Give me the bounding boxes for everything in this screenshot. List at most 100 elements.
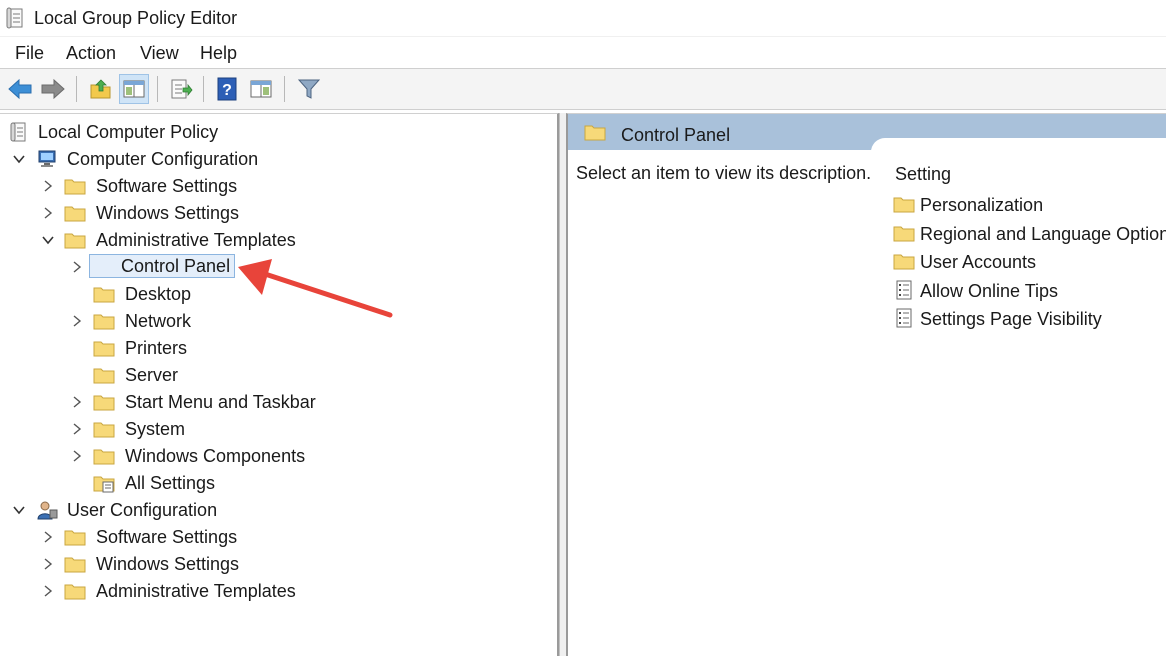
folder-icon bbox=[64, 206, 86, 222]
toolbar: ? bbox=[0, 69, 1166, 110]
chevron-right-icon[interactable] bbox=[41, 530, 55, 544]
setting-item-label: Regional and Language Options bbox=[920, 224, 1166, 244]
chevron-right-icon[interactable] bbox=[70, 449, 84, 463]
menu-bar: File Action View Help bbox=[0, 37, 1166, 69]
show-hide-console-tree-button[interactable] bbox=[119, 74, 149, 104]
chevron-down-icon[interactable] bbox=[12, 152, 26, 166]
tree-node-server[interactable]: Server bbox=[0, 363, 540, 387]
tree-node-uc-administrative-templates[interactable]: Administrative Templates bbox=[0, 579, 540, 603]
tree-node-label: Windows Settings bbox=[96, 554, 240, 574]
tree-node-local-computer-policy[interactable]: Local Computer Policy bbox=[0, 120, 540, 144]
tree-node-label: Server bbox=[125, 365, 179, 385]
tree-node-uc-windows-settings[interactable]: Windows Settings bbox=[0, 552, 540, 576]
tree-node-desktop[interactable]: Desktop bbox=[0, 282, 540, 306]
tree-node-cc-software-settings[interactable]: Software Settings bbox=[0, 174, 540, 198]
toolbar-separator bbox=[203, 76, 204, 102]
computer-icon bbox=[38, 150, 56, 167]
extended-tab-shape bbox=[871, 138, 1166, 152]
menu-file[interactable]: File bbox=[15, 43, 44, 64]
window-title: Local Group Policy Editor bbox=[34, 8, 238, 28]
setting-item-label: Settings Page Visibility bbox=[920, 309, 1102, 329]
tree-node-label: Desktop bbox=[125, 284, 192, 304]
folder-icon bbox=[893, 254, 915, 270]
chevron-right-icon[interactable] bbox=[70, 314, 84, 328]
console-tree-icon bbox=[123, 80, 145, 98]
tree-node-all-settings[interactable]: All Settings bbox=[0, 471, 540, 495]
tree-node-control-panel[interactable]: Control Panel bbox=[0, 254, 540, 279]
menu-action[interactable]: Action bbox=[66, 43, 116, 64]
export-list-icon bbox=[171, 79, 193, 99]
console-tree-pane: Local Computer Policy Computer Configura… bbox=[0, 113, 559, 656]
tree-node-label: System bbox=[125, 419, 186, 439]
tree-node-label: All Settings bbox=[125, 473, 216, 493]
folder-icon bbox=[64, 530, 86, 546]
back-button[interactable] bbox=[5, 74, 35, 104]
tree-node-label: Windows Components bbox=[125, 446, 306, 466]
tree-node-label: Computer Configuration bbox=[67, 149, 259, 169]
help-button[interactable]: ? bbox=[212, 74, 242, 104]
all-settings-folder-icon bbox=[93, 476, 115, 493]
folder-icon bbox=[64, 233, 86, 249]
folder-icon bbox=[93, 395, 115, 411]
group-policy-editor-window: Local Group Policy Editor File Action Vi… bbox=[0, 0, 1166, 656]
policy-setting-icon bbox=[896, 280, 912, 300]
show-hide-action-pane-button[interactable] bbox=[246, 74, 276, 104]
tree-node-system[interactable]: System bbox=[0, 417, 540, 441]
tree-node-windows-components[interactable]: Windows Components bbox=[0, 444, 540, 468]
folder-icon bbox=[93, 368, 115, 384]
tree-node-cc-windows-settings[interactable]: Windows Settings bbox=[0, 201, 540, 225]
tree-node-uc-software-settings[interactable]: Software Settings bbox=[0, 525, 540, 549]
action-pane-icon bbox=[250, 80, 272, 98]
tree-node-label: Software Settings bbox=[96, 527, 238, 547]
chevron-down-icon[interactable] bbox=[12, 503, 26, 517]
forward-arrow-icon bbox=[41, 78, 65, 100]
chevron-right-icon[interactable] bbox=[70, 422, 84, 436]
folder-icon bbox=[93, 422, 115, 438]
pane-splitter[interactable] bbox=[559, 113, 566, 656]
chevron-right-icon[interactable] bbox=[70, 395, 84, 409]
folder-icon bbox=[93, 449, 115, 465]
folder-icon bbox=[893, 226, 915, 242]
help-icon: ? bbox=[217, 77, 237, 101]
menu-help[interactable]: Help bbox=[200, 43, 237, 64]
policy-document-icon bbox=[10, 122, 26, 142]
chevron-right-icon[interactable] bbox=[41, 584, 55, 598]
setting-item-label: User Accounts bbox=[920, 252, 1037, 272]
tree-node-label: Local Computer Policy bbox=[38, 122, 219, 142]
export-list-button[interactable] bbox=[166, 74, 196, 104]
column-header-setting[interactable]: Setting bbox=[895, 164, 951, 185]
details-header-title: Control Panel bbox=[621, 125, 731, 145]
tree-node-label: Administrative Templates bbox=[96, 581, 296, 601]
folder-icon bbox=[93, 287, 115, 303]
menu-view[interactable]: View bbox=[140, 43, 179, 64]
tree-node-computer-configuration[interactable]: Computer Configuration bbox=[0, 147, 540, 171]
chevron-right-icon[interactable] bbox=[41, 179, 55, 193]
policy-document-icon bbox=[6, 7, 23, 29]
svg-text:?: ? bbox=[222, 82, 232, 99]
tree-node-label: Start Menu and Taskbar bbox=[125, 392, 316, 412]
up-one-level-button[interactable] bbox=[86, 74, 116, 104]
tree-node-label: Windows Settings bbox=[96, 203, 240, 223]
tree-node-user-configuration[interactable]: User Configuration bbox=[0, 498, 540, 522]
user-icon bbox=[37, 501, 58, 520]
chevron-down-icon[interactable] bbox=[41, 233, 55, 247]
chevron-right-icon[interactable] bbox=[70, 260, 84, 274]
tree-node-label-selected: Control Panel bbox=[89, 254, 236, 278]
tree-node-label: Software Settings bbox=[96, 176, 238, 196]
tree-node-cc-administrative-templates[interactable]: Administrative Templates bbox=[0, 228, 540, 252]
chevron-right-icon[interactable] bbox=[41, 557, 55, 571]
policy-setting-icon bbox=[896, 308, 912, 328]
chevron-right-icon[interactable] bbox=[41, 206, 55, 220]
back-arrow-icon bbox=[8, 78, 32, 100]
tree-node-network[interactable]: Network bbox=[0, 309, 540, 333]
tree-node-label: Administrative Templates bbox=[96, 230, 296, 250]
forward-button[interactable] bbox=[38, 74, 68, 104]
tree-node-label: Network bbox=[125, 311, 192, 331]
filter-options-button[interactable] bbox=[294, 74, 324, 104]
tree-node-printers[interactable]: Printers bbox=[0, 336, 540, 360]
folder-icon bbox=[584, 125, 606, 141]
tree-node-start-menu-and-taskbar[interactable]: Start Menu and Taskbar bbox=[0, 390, 540, 414]
toolbar-separator bbox=[157, 76, 158, 102]
tree-node-label: User Configuration bbox=[67, 500, 218, 520]
toolbar-separator bbox=[284, 76, 285, 102]
